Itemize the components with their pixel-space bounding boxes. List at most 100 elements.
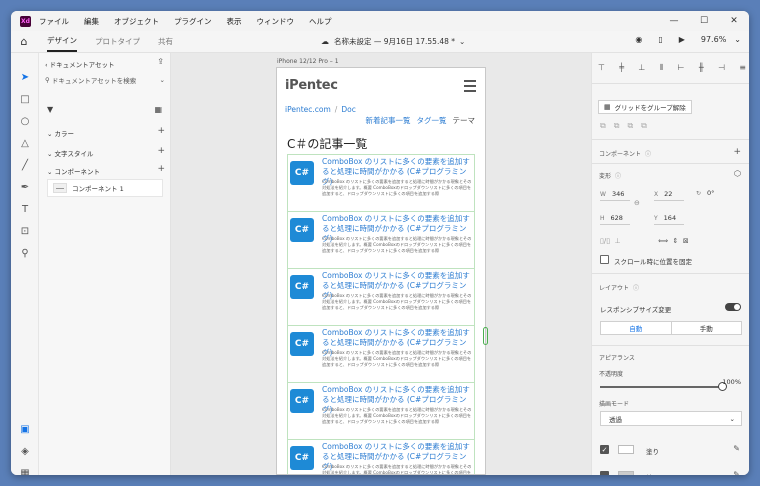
height-field[interactable]: H 628 <box>600 214 630 225</box>
align-left-icon[interactable]: ⊢ <box>678 63 685 73</box>
play-icon[interactable]: ▶ <box>679 35 685 44</box>
maximize-button[interactable]: ☐ <box>689 11 719 31</box>
device-preview-icon[interactable]: ▯ <box>658 35 662 44</box>
article-card[interactable]: C# ComboBox のリストに多くの要素を追加すると処理に時間がかかる (C… <box>287 268 475 325</box>
menu-item-window[interactable]: ウィンドウ <box>257 16 295 27</box>
scroll-group-handle[interactable] <box>483 327 488 345</box>
section-colors[interactable]: ⌄ カラー + <box>47 126 165 138</box>
align-center-icon[interactable]: ╫ <box>699 63 704 73</box>
eyedropper-icon[interactable]: ✎ <box>733 444 740 453</box>
layers-panel-icon[interactable]: ◈ <box>19 445 31 457</box>
article-card[interactable]: C# ComboBox のリストに多くの要素を追加すると処理に時間がかかる (C… <box>287 439 475 474</box>
search-input[interactable]: ドキュメントアセットを検索 <box>52 75 136 85</box>
tab-design[interactable]: デザイン <box>47 31 77 52</box>
breadcrumb-doc[interactable]: Doc <box>341 105 356 114</box>
info-icon[interactable]: ⓘ <box>633 285 639 292</box>
eyedropper-icon[interactable]: ✎ <box>733 470 740 475</box>
text-tool-icon[interactable]: T <box>19 203 31 215</box>
size-constraint-icon[interactable]: ▯/▯ <box>600 237 610 245</box>
pen-tool-icon[interactable]: ✒ <box>19 181 31 193</box>
artboard-tool-icon[interactable]: ⊡ <box>19 225 31 237</box>
menu-item-edit[interactable]: 編集 <box>84 16 99 27</box>
nav-new-articles[interactable]: 新着記事一覧 <box>366 115 411 126</box>
height-value[interactable]: 628 <box>611 214 623 222</box>
grid-view-icon[interactable]: ▦ <box>154 105 162 114</box>
3d-transform-icon[interactable]: ⬡ <box>734 169 741 178</box>
nav-themes[interactable]: テーマ <box>453 115 476 126</box>
rotation-field[interactable]: ↻ 0° <box>696 189 714 197</box>
align-right-icon[interactable]: ⊣ <box>718 63 725 73</box>
rectangle-tool-icon[interactable]: □ <box>19 93 31 105</box>
distribute-v-icon[interactable]: ⦀ <box>660 63 664 73</box>
assets-header[interactable]: ‹ ドキュメントアセット <box>45 59 115 69</box>
fix-scroll-checkbox[interactable] <box>600 255 609 264</box>
vertical-constraint-icon[interactable]: ⊥ <box>615 237 621 245</box>
seg-auto[interactable]: 自動 <box>601 322 672 334</box>
asset-search[interactable]: ⚲ ドキュメントアセットを検索 ⌄ <box>45 73 165 87</box>
filter-icon[interactable]: ▼ <box>47 105 53 114</box>
export-icon[interactable]: ⇪ <box>157 57 164 66</box>
add-text-style-button[interactable]: + <box>157 146 165 156</box>
align-top-icon[interactable]: ⊤ <box>598 63 605 73</box>
select-tool-icon[interactable]: ➤ <box>19 71 31 83</box>
seg-manual[interactable]: 手動 <box>672 322 742 334</box>
ellipse-tool-icon[interactable]: ○ <box>19 115 31 127</box>
article-card[interactable]: C# ComboBox のリストに多くの要素を追加すると処理に時間がかかる (C… <box>287 154 475 211</box>
exclude-icon[interactable]: ⧉ <box>641 121 655 130</box>
article-card[interactable]: C# ComboBox のリストに多くの要素を追加すると処理に時間がかかる (C… <box>287 382 475 439</box>
border-swatch[interactable] <box>618 471 634 475</box>
ungroup-grid-button[interactable]: ▦ グリッドをグループ解除 <box>598 100 692 114</box>
artboard[interactable]: iPentec iPentec.com / Doc 新着記事一覧 タグ一覧 テーマ … <box>276 67 486 475</box>
line-tool-icon[interactable]: ╱ <box>19 159 31 171</box>
article-card[interactable]: C# ComboBox のリストに多くの要素を追加すると処理に時間がかかる (C… <box>287 211 475 268</box>
lock-aspect-icon[interactable]: ⊖ <box>634 199 640 207</box>
align-bottom-icon[interactable]: ⊥ <box>638 63 645 73</box>
component-item[interactable]: コンポーネント 1 <box>47 179 163 197</box>
blend-mode-select[interactable]: 透過 ⌄ <box>600 411 742 426</box>
close-button[interactable]: ✕ <box>719 11 749 31</box>
plugins-panel-icon[interactable]: ▦ <box>19 467 31 476</box>
y-value[interactable]: 164 <box>664 214 676 222</box>
user-icon[interactable]: ◉ <box>635 35 642 44</box>
width-field[interactable]: W 346 <box>600 190 630 201</box>
info-icon[interactable]: ⓘ <box>615 173 621 180</box>
x-value[interactable]: 22 <box>664 190 672 198</box>
fill-swatch[interactable] <box>618 445 634 454</box>
zoom-chevron-icon[interactable]: ⌄ <box>734 35 741 44</box>
design-canvas[interactable]: iPhone 12/12 Pro – 1 iPentec iPentec.com… <box>171 53 591 475</box>
opacity-value[interactable]: 100% <box>722 378 741 386</box>
menu-item-view[interactable]: 表示 <box>227 16 242 27</box>
zoom-level[interactable]: 97.6% <box>701 35 726 44</box>
intersect-icon[interactable]: ⧉ <box>627 121 641 130</box>
document-title[interactable]: ☁ 名称未設定 — 9月16日 17.55.48 * ⌄ <box>321 36 465 47</box>
fill-checkbox[interactable]: ✓ <box>600 445 609 454</box>
zoom-tool-icon[interactable]: ⚲ <box>19 247 31 259</box>
polygon-tool-icon[interactable]: △ <box>19 137 31 149</box>
rotation-value[interactable]: 0° <box>707 189 714 197</box>
distribute-h-icon[interactable]: ≡ <box>739 63 746 73</box>
minimize-button[interactable]: — <box>659 11 689 31</box>
fit-width-icon[interactable]: ⟺ <box>658 237 668 245</box>
tab-share[interactable]: 共有 <box>158 32 173 51</box>
nav-tags[interactable]: タグ一覧 <box>417 115 447 126</box>
menu-item-help[interactable]: ヘルプ <box>309 16 332 27</box>
home-icon[interactable]: ⌂ <box>11 35 37 48</box>
tab-prototype[interactable]: プロトタイプ <box>95 32 140 51</box>
add-component-button[interactable]: + <box>157 164 165 174</box>
artboard-label[interactable]: iPhone 12/12 Pro – 1 <box>277 58 339 65</box>
add-color-button[interactable]: + <box>157 126 165 136</box>
border-checkbox[interactable]: − <box>600 471 609 475</box>
union-icon[interactable]: ⧉ <box>600 121 614 130</box>
fit-height-icon[interactable]: ⇕ <box>673 237 679 245</box>
x-field[interactable]: X 22 <box>654 190 684 201</box>
info-icon[interactable]: ⓘ <box>645 151 651 158</box>
width-value[interactable]: 346 <box>612 190 624 198</box>
article-card[interactable]: C# ComboBox のリストに多くの要素を追加すると処理に時間がかかる (C… <box>287 325 475 382</box>
hamburger-icon[interactable] <box>464 80 476 95</box>
subtract-icon[interactable]: ⧉ <box>614 121 628 130</box>
align-middle-icon[interactable]: ╪ <box>619 63 624 73</box>
menu-item-file[interactable]: ファイル <box>39 16 69 27</box>
fit-content-icon[interactable]: ⊠ <box>683 237 689 245</box>
add-component-state-button[interactable]: + <box>733 147 741 157</box>
breadcrumb-home[interactable]: iPentec.com <box>285 105 331 114</box>
